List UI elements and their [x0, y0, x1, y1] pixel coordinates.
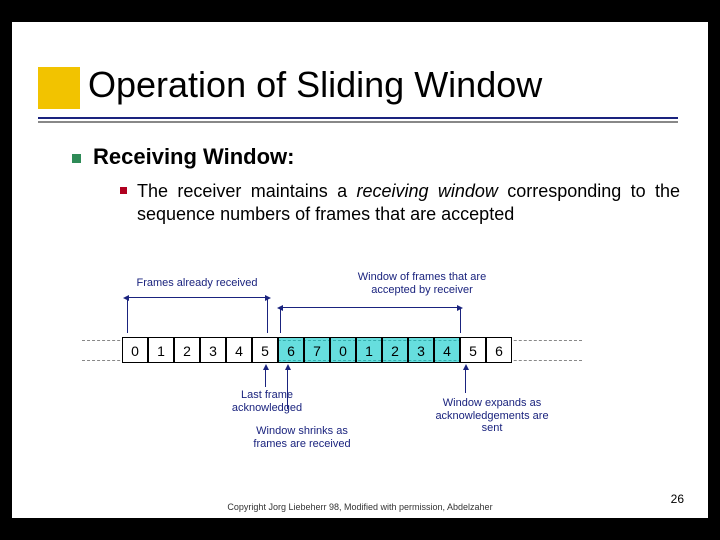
cell: 1 [148, 337, 174, 363]
bullet1-text: Receiving Window: [93, 144, 294, 169]
title-underline [38, 117, 678, 121]
label-last-ack: Last frame acknowledged [212, 389, 322, 414]
bullet2-part-a: The receiver maintains a [137, 181, 356, 201]
label-shrinks: Window shrinks as frames are received [232, 425, 372, 450]
cell: 2 [382, 337, 408, 363]
copyright-text: Copyright Jorg Liebeherr 98, Modified wi… [12, 502, 708, 512]
arrow-shrinks [287, 369, 288, 409]
cell: 3 [200, 337, 226, 363]
cell: 5 [252, 337, 278, 363]
tick-win-right [460, 307, 461, 333]
cell: 0 [122, 337, 148, 363]
cell: 7 [304, 337, 330, 363]
tick-left [127, 297, 128, 333]
bullet2-text: The receiver maintains a receiving windo… [137, 180, 680, 225]
square-bullet-icon [120, 187, 127, 194]
label-expands: Window expands as acknowledgements are s… [412, 397, 572, 435]
cell: 2 [174, 337, 200, 363]
cell: 6 [278, 337, 304, 363]
bullet-level2: The receiver maintains a receiving windo… [120, 180, 680, 225]
label-frames-received: Frames already received [122, 277, 272, 290]
page-title: Operation of Sliding Window [88, 64, 542, 106]
cell: 1 [356, 337, 382, 363]
cell: 4 [226, 337, 252, 363]
page-number: 26 [671, 492, 684, 506]
tick-right [267, 297, 268, 333]
sliding-window-diagram: Frames already received Window of frames… [122, 277, 622, 467]
square-bullet-icon [72, 154, 81, 163]
cell: 0 [330, 337, 356, 363]
arrow-last-ack [265, 369, 266, 387]
cell: 6 [486, 337, 512, 363]
arrow-window-accepted [282, 307, 458, 308]
bullet2-italic: receiving window [356, 181, 497, 201]
cells-row: 012345670123456 [122, 337, 512, 363]
arrow-frames-received [128, 297, 266, 298]
cell: 5 [460, 337, 486, 363]
cell: 3 [408, 337, 434, 363]
bullet-level1: Receiving Window: [72, 144, 692, 170]
label-window-accepted: Window of frames that are accepted by re… [332, 271, 512, 296]
slide: Operation of Sliding Window Receiving Wi… [12, 22, 708, 518]
arrow-expands [465, 369, 466, 393]
accent-square [38, 67, 80, 109]
tick-win-left [280, 307, 281, 333]
cell: 4 [434, 337, 460, 363]
